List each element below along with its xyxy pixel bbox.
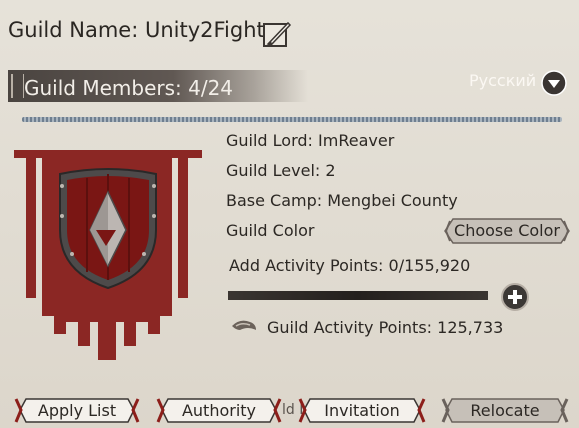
guild-emblem-icon <box>14 150 202 360</box>
activity-progress-bar <box>228 291 488 300</box>
relocate-button[interactable]: Relocate <box>440 397 570 424</box>
edit-guild-name-button[interactable] <box>262 20 292 48</box>
guild-banner <box>12 146 204 364</box>
add-activity-points-text: Add Activity Points: 0/155,920 <box>229 256 471 275</box>
guild-activity-points-text: Guild Activity Points: 125,733 <box>267 318 504 337</box>
authority-button[interactable]: Authority <box>156 397 282 424</box>
chevron-down-circle-icon <box>541 70 567 96</box>
language-dropdown-button[interactable] <box>541 70 567 96</box>
choose-color-button[interactable]: Choose Color <box>443 217 571 245</box>
apply-list-label: Apply List <box>37 401 117 420</box>
guild-level-text: Guild Level: 2 <box>226 161 336 180</box>
relocate-label: Relocate <box>470 401 540 420</box>
language-label: Русский <box>469 71 537 90</box>
guild-color-label: Guild Color <box>226 221 315 240</box>
activity-wing-icon <box>230 316 258 336</box>
base-camp-text: Base Camp: Mengbei County <box>226 191 458 210</box>
guild-name: Guild Name: Unity2Fight <box>8 18 265 42</box>
choose-color-label: Choose Color <box>454 221 560 240</box>
apply-list-button[interactable]: Apply List <box>14 397 140 424</box>
section-divider <box>22 117 562 122</box>
bar-edge-ornament <box>11 74 24 98</box>
guild-members-count: Guild Members: 4/24 <box>24 76 234 100</box>
add-activity-points-button[interactable] <box>500 282 530 312</box>
invitation-button[interactable]: Invitation <box>298 397 426 424</box>
quill-edit-icon <box>263 21 292 47</box>
invitation-label: Invitation <box>324 401 400 420</box>
authority-label: Authority <box>181 401 257 420</box>
plus-circle-icon <box>501 283 529 311</box>
guild-lord-text: Guild Lord: ImReaver <box>226 131 395 150</box>
